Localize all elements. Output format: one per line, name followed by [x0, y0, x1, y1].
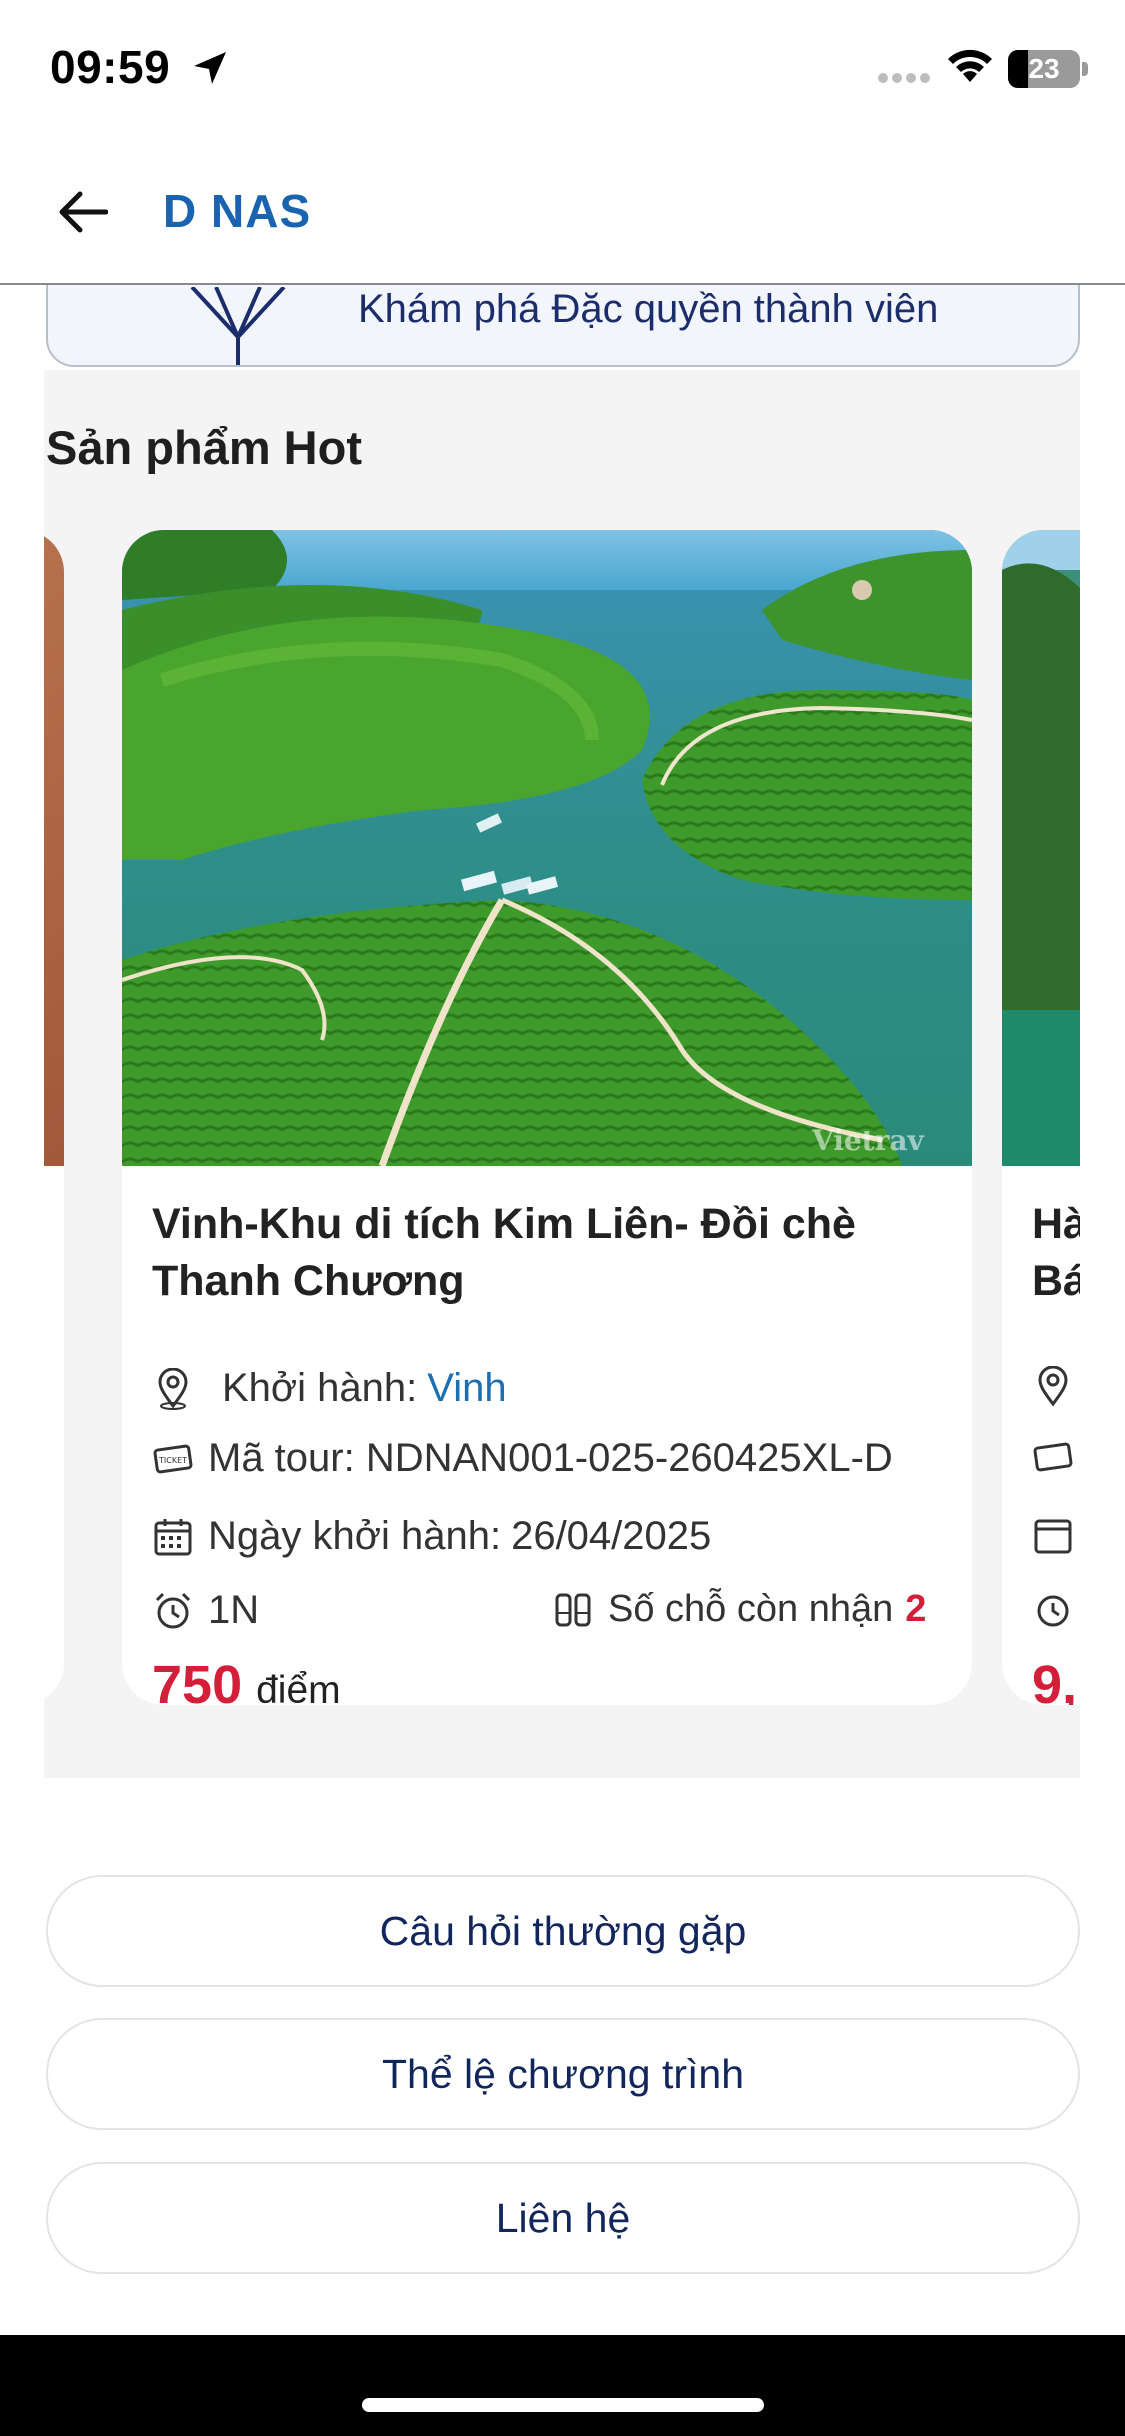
product-card-next[interactable]: Hà Bá 9,: [1002, 530, 1080, 1705]
product-image: [1002, 530, 1080, 1166]
duration-row: 1N: [152, 1588, 259, 1633]
app-screen: 09:59 23 Khám phá Đặc quyền thành viên S…: [0, 0, 1125, 2436]
tea-hills-photo: Vietrav: [122, 530, 972, 1166]
alarm-clock-icon: [155, 1592, 191, 1628]
map-pin-icon: [158, 1367, 188, 1410]
alarm-clock-icon: [1037, 1595, 1069, 1627]
program-rules-button[interactable]: Thể lệ chương trình: [46, 2018, 1080, 2130]
seats-label: Số chỗ còn nhận: [608, 1588, 894, 1630]
nav-header: D NAS: [0, 140, 1125, 285]
membership-banner-text: Khám phá Đặc quyền thành viên: [358, 287, 939, 331]
page-title: D NAS: [163, 185, 312, 237]
peek-title-line1: Hà: [1032, 1200, 1080, 1248]
price-unit: điểm: [256, 1669, 341, 1705]
map-pin-icon: [1038, 1366, 1068, 1407]
departure-row: Khởi hành: Vinh: [152, 1366, 507, 1411]
product-title: Vinh-Khu di tích Kim Liên- Đồi chè Thanh…: [152, 1200, 856, 1305]
peek-title-line2: Bá: [1032, 1257, 1080, 1305]
scroll-content[interactable]: Khám phá Đặc quyền thành viên Sản phẩm H…: [0, 285, 1125, 2335]
product-card-body: . 2: [44, 1166, 64, 1705]
duration-value: 1N: [208, 1588, 260, 1632]
karst-bay-photo: [1002, 530, 1080, 1166]
membership-banner[interactable]: Khám phá Đặc quyền thành viên: [46, 285, 1080, 367]
price-value: 750: [152, 1655, 243, 1705]
svg-text:TICKET: TICKET: [158, 1456, 187, 1465]
tour-code-row: TICKET Mã tour: NDNAN001-025-260425XL-D: [152, 1436, 942, 1481]
peek-price-value: 9,: [1032, 1655, 1078, 1705]
departure-date-label: Ngày khởi hành:: [208, 1514, 502, 1558]
diamond-icon: [190, 287, 286, 365]
product-card-body: Hà Bá 9,: [1002, 1166, 1080, 1705]
image-watermark: Vietrav: [811, 1124, 925, 1157]
home-indicator[interactable]: [362, 2398, 764, 2412]
product-carousel[interactable]: . 2: [44, 530, 1080, 1705]
product-card[interactable]: Vietrav Vinh-Khu di tích Kim Liên- Đồi c…: [122, 530, 972, 1705]
product-image: [44, 530, 64, 1166]
hot-products-section: Sản phẩm Hot Vietrav Vinh-Khu di tích Ki…: [44, 370, 1080, 1778]
product-card-body: Vinh-Khu di tích Kim Liên- Đồi chè Thanh…: [122, 1166, 972, 1705]
calendar-icon: [1034, 1519, 1072, 1554]
ticket-icon: TICKET: [153, 1444, 193, 1473]
departure-value: Vinh: [427, 1366, 507, 1410]
departure-label: Khởi hành:: [222, 1366, 418, 1410]
ticket-icon: [1033, 1442, 1073, 1472]
desert-photo: [44, 530, 64, 1166]
signal-icon: [878, 73, 930, 83]
back-button[interactable]: [50, 180, 114, 244]
battery-indicator: 23: [1008, 50, 1080, 88]
seats-value: 2: [905, 1588, 927, 1630]
product-card-previous[interactable]: . 2: [44, 530, 64, 1705]
faq-button[interactable]: Câu hỏi thường gặp: [46, 1875, 1080, 1987]
product-title: Hà Bá: [1032, 1196, 1080, 1310]
location-arrow-icon: [194, 52, 226, 84]
product-image: Vietrav: [122, 530, 972, 1166]
seat-icon: [555, 1593, 591, 1626]
section-title: Sản phẩm Hot: [46, 421, 362, 474]
status-bar: 09:59 23: [0, 0, 1125, 140]
battery-level: 23: [1028, 53, 1060, 84]
calendar-icon: [154, 1518, 192, 1555]
arrow-left-icon: [59, 191, 108, 233]
departure-date-row: Ngày khởi hành: 26/04/2025: [152, 1514, 711, 1559]
battery-cap: [1082, 62, 1088, 76]
status-time: 09:59: [50, 41, 171, 93]
wifi-icon: [948, 49, 992, 82]
departure-date-value: 26/04/2025: [511, 1514, 712, 1558]
price: 750 điểm: [152, 1654, 341, 1705]
tour-code-text: Mã tour: NDNAN001-025-260425XL-D: [208, 1436, 938, 1481]
seats-row: Số chỗ còn nhận 2: [552, 1588, 926, 1631]
home-bar-area: [0, 2335, 1125, 2436]
tour-code-value: NDNAN001-025-260425XL-D: [365, 1436, 893, 1480]
contact-button[interactable]: Liên hệ: [46, 2162, 1080, 2274]
tour-code-label: Mã tour:: [208, 1436, 355, 1480]
